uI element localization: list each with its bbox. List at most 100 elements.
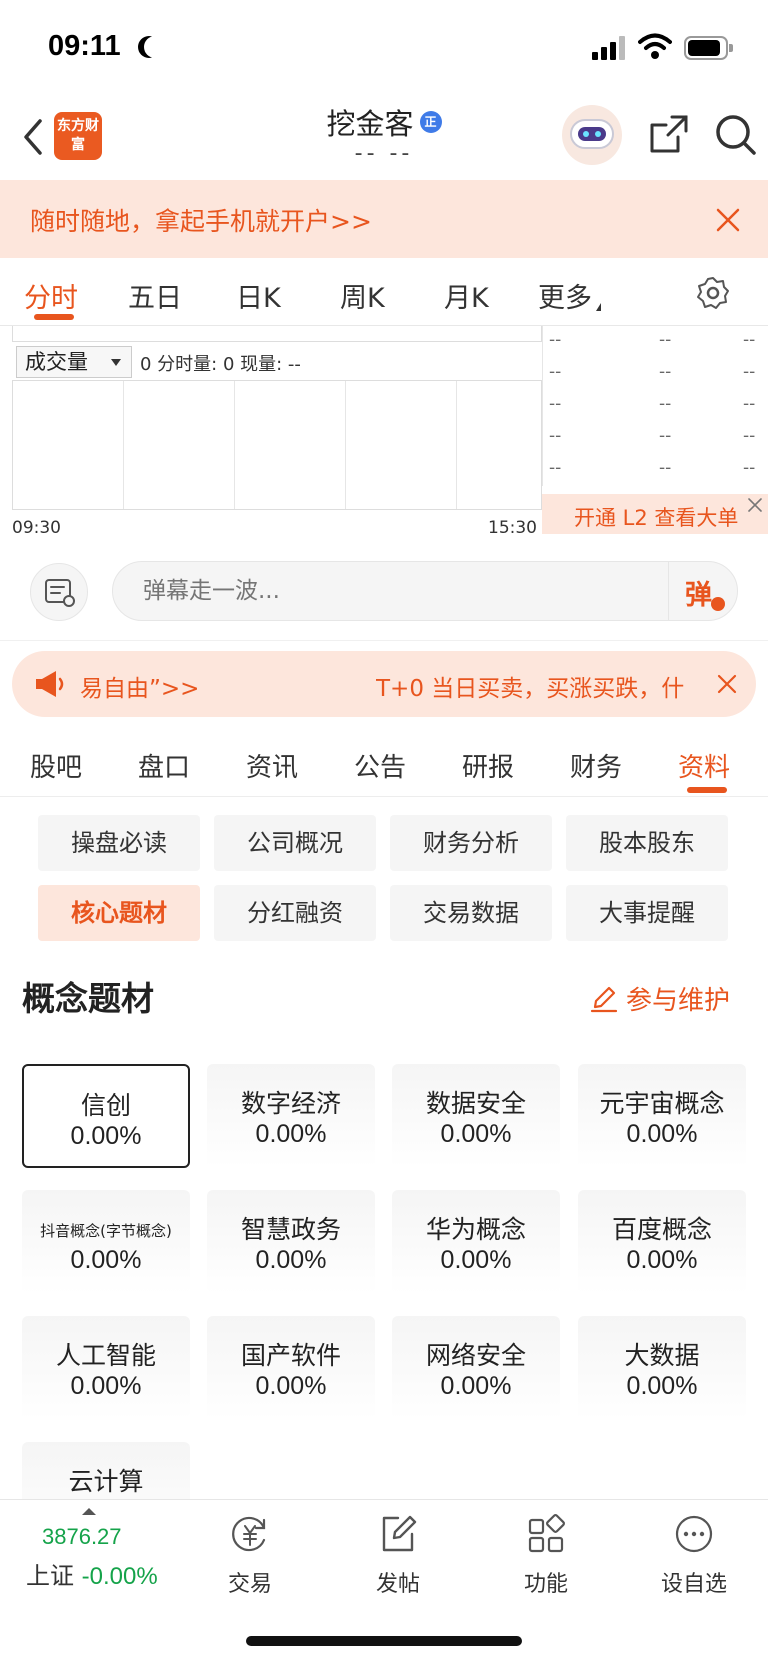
tab-monthly-k[interactable]: 月K — [444, 276, 489, 315]
tab-intraday[interactable]: 分时 — [24, 276, 78, 315]
depth-row: -- -- -- — [549, 458, 756, 478]
concept-name: 网络安全 — [425, 1341, 526, 1370]
tab-orderbook[interactable]: 盘口 — [138, 747, 190, 784]
nav-trade[interactable]: 交易 — [190, 1510, 310, 1610]
active-tab-indicator — [34, 314, 74, 320]
concept-change: 0.00% — [626, 1246, 698, 1274]
subtab-shareholders[interactable]: 股本股东 — [566, 815, 728, 871]
concept-card[interactable]: 信创 0.00% — [22, 1064, 190, 1168]
more-triangle-icon — [596, 303, 601, 311]
tab-five-day[interactable]: 五日 — [128, 276, 182, 315]
time-axis-start: 09:30 — [12, 518, 61, 538]
gear-icon[interactable] — [696, 276, 730, 310]
close-icon[interactable] — [714, 206, 742, 234]
concept-card[interactable]: 百度概念 0.00% — [578, 1190, 746, 1294]
concept-name: 元宇宙概念 — [599, 1089, 725, 1118]
tab-news[interactable]: 资讯 — [246, 747, 298, 784]
concept-card[interactable]: 网络安全 0.00% — [392, 1316, 560, 1420]
concept-card[interactable]: 元宇宙概念 0.00% — [578, 1064, 746, 1168]
open-account-text[interactable]: 随时随地，拿起手机就开户>> — [30, 202, 372, 238]
tab-forum[interactable]: 股吧 — [30, 747, 82, 784]
status-bar: 09:11 — [0, 0, 768, 95]
notice-text-right[interactable]: T+0 当日买卖，买涨买跌，什 — [376, 669, 706, 703]
concept-change: 0.00% — [440, 1120, 512, 1148]
tab-weekly-k[interactable]: 周K — [340, 276, 385, 315]
concept-change: 0.00% — [440, 1372, 512, 1400]
danmu-input[interactable] — [112, 561, 738, 621]
home-indicator — [246, 1636, 522, 1646]
concept-card[interactable]: 华为概念 0.00% — [392, 1190, 560, 1294]
tab-more-label: 更多 — [538, 283, 592, 314]
concept-card[interactable]: 人工智能 0.00% — [22, 1316, 190, 1420]
concept-name: 信创 — [80, 1091, 131, 1120]
danmu-settings-icon — [45, 579, 75, 607]
tab-research[interactable]: 研报 — [462, 747, 514, 784]
tab-profile[interactable]: 资料 — [678, 747, 730, 784]
concept-name: 数字经济 — [240, 1089, 341, 1118]
share-icon[interactable] — [648, 113, 690, 155]
concept-change: 0.00% — [255, 1120, 327, 1148]
subtab-company-overview[interactable]: 公司概况 — [214, 815, 376, 871]
chart-area: 成交量 0 分时量: 0 现量: -- 09:30 15:30 -- -- -- -… — [0, 326, 768, 541]
caret-up-icon[interactable] — [82, 1508, 96, 1515]
yuan-exchange-icon — [232, 1516, 266, 1552]
danmu-send-label: 弹 — [685, 580, 712, 611]
notice-section: 易自由”>> T+0 当日买卖，买涨买跌，什 — [0, 641, 768, 727]
tab-daily-k[interactable]: 日K — [236, 276, 281, 315]
concept-change: 0.00% — [626, 1120, 698, 1148]
concept-name: 百度概念 — [611, 1215, 712, 1244]
nav-add-watchlist-label: 设自选 — [660, 1572, 727, 1597]
nav-post[interactable]: 发帖 — [338, 1510, 458, 1610]
nav-add-watchlist[interactable]: 设自选 — [634, 1510, 754, 1610]
danmu-send-button[interactable]: 弹 — [668, 561, 738, 621]
concept-card[interactable]: 数据安全 0.00% — [392, 1064, 560, 1168]
subtab-trading-guide[interactable]: 操盘必读 — [38, 815, 200, 871]
pencil-icon — [590, 986, 618, 1012]
subtab-financial-analysis[interactable]: 财务分析 — [390, 815, 552, 871]
open-account-banner[interactable]: 随时随地，拿起手机就开户>> — [0, 180, 768, 258]
subtab-core-themes[interactable]: 核心题材 — [38, 885, 200, 941]
maintain-button[interactable]: 参与维护 — [590, 980, 730, 1017]
concept-change: 0.00% — [626, 1372, 698, 1400]
subtab-events[interactable]: 大事提醒 — [566, 885, 728, 941]
danmu-settings-button[interactable] — [30, 563, 88, 621]
notice-text-left[interactable]: 易自由”>> — [80, 669, 199, 703]
tab-announcements[interactable]: 公告 — [354, 747, 406, 784]
concept-change: 0.00% — [255, 1372, 327, 1400]
concept-card[interactable]: 抖音概念(字节概念) 0.00% — [22, 1190, 190, 1294]
index-value[interactable]: 3876.27 — [42, 1524, 122, 1550]
concept-card[interactable]: 大数据 0.00% — [578, 1316, 746, 1420]
volume-grid — [12, 380, 542, 510]
concept-change: 0.00% — [440, 1246, 512, 1274]
concept-card[interactable]: 国产软件 0.00% — [207, 1316, 375, 1420]
index-ticker[interactable]: 上证 -0.00% — [26, 1556, 158, 1591]
nav-functions[interactable]: 功能 — [486, 1510, 606, 1610]
l2-upgrade-text[interactable]: 开通 L2 查看大单 — [574, 502, 738, 532]
chart-period-tabs: 分时 五日 日K 周K 月K 更多 — [0, 258, 768, 326]
notice-bar[interactable]: 易自由”>> T+0 当日买卖，买涨买跌，什 — [12, 651, 756, 717]
depth-row: -- -- -- — [549, 330, 756, 350]
price-grid-bottom — [12, 326, 542, 342]
l2-upgrade-bar[interactable]: 开通 L2 查看大单 — [542, 494, 768, 534]
subtab-trading-data[interactable]: 交易数据 — [390, 885, 552, 941]
concept-change: 0.00% — [70, 1122, 142, 1150]
nav-functions-label: 功能 — [523, 1572, 568, 1597]
status-time: 09:11 — [48, 30, 121, 62]
volume-indicator-select[interactable]: 成交量 — [16, 346, 132, 378]
time-axis-end: 15:30 — [488, 518, 537, 538]
search-icon[interactable] — [714, 113, 756, 157]
tab-financials[interactable]: 财务 — [570, 747, 622, 784]
close-icon[interactable] — [716, 673, 738, 695]
depth-row: -- -- -- — [549, 362, 756, 382]
concept-name: 数据安全 — [425, 1089, 526, 1118]
nav-trade-label: 交易 — [227, 1572, 272, 1597]
assistant-robot-icon[interactable] — [562, 105, 622, 165]
danmu-bar: 弹 — [0, 541, 768, 641]
concept-card[interactable]: 数字经济 0.00% — [207, 1064, 375, 1168]
maintain-label: 参与维护 — [626, 986, 731, 1016]
concept-change: 0.00% — [255, 1246, 327, 1274]
subtab-dividends[interactable]: 分红融资 — [214, 885, 376, 941]
concept-card[interactable]: 智慧政务 0.00% — [207, 1190, 375, 1294]
tab-more[interactable]: 更多 — [538, 276, 601, 315]
close-icon[interactable] — [746, 496, 764, 514]
